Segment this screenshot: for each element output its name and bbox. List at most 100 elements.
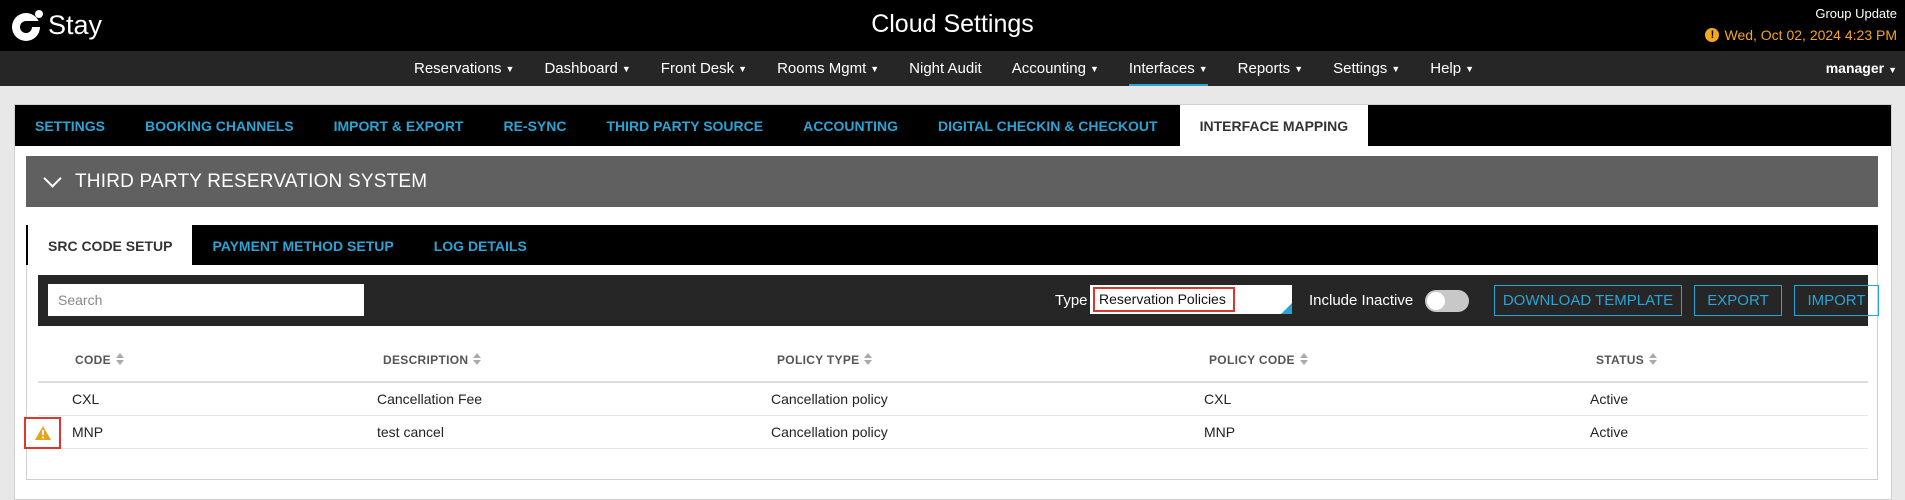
table-header: CODE DESCRIPTION POLICY TYPE POLICY CODE STA… bbox=[38, 326, 1868, 383]
chevron-down-icon: ▼ bbox=[1089, 64, 1099, 74]
cell-code: CXL bbox=[72, 391, 100, 407]
tab-accounting[interactable]: ACCOUNTING bbox=[783, 105, 918, 146]
sort-icon bbox=[864, 353, 873, 365]
tab-digital-checkin-and-checkout[interactable]: DIGITAL CHECKIN & CHECKOUT bbox=[918, 105, 1178, 146]
nav-item-label: Front Desk bbox=[660, 60, 735, 77]
chevron-down-icon: ▼ bbox=[505, 64, 515, 74]
grid-toolbar: Type Reservation Policies Include Inacti… bbox=[38, 275, 1879, 326]
chevron-down-icon: ▼ bbox=[1888, 65, 1897, 75]
subtab-src-code-setup[interactable]: SRC CODE SETUP bbox=[28, 225, 193, 265]
nav-item-accounting[interactable]: Accounting ▼ bbox=[1012, 51, 1099, 86]
chevron-down-icon: ▼ bbox=[621, 64, 631, 74]
include-inactive-label: Include Inactive bbox=[1309, 292, 1414, 309]
chevron-down-icon: ▼ bbox=[1294, 64, 1304, 74]
nav-menu: Reservations ▼ Dashboard ▼ Front Desk ▼ Rooms … bbox=[414, 51, 1504, 86]
include-inactive-toggle[interactable] bbox=[1425, 290, 1469, 312]
column-header-code[interactable]: CODE bbox=[75, 353, 124, 367]
warning-icon[interactable] bbox=[24, 417, 61, 449]
user-menu[interactable]: manager ▼ bbox=[1826, 51, 1897, 86]
table-row[interactable]: MNP test cancel Cancellation policy MNP Acti… bbox=[24, 416, 1868, 449]
column-header-policy-code[interactable]: POLICY CODE bbox=[1209, 353, 1308, 367]
header-status: Group Update ! Wed, Oct 02, 2024 4:23 PM bbox=[1705, 6, 1897, 43]
tab-third-party-source[interactable]: THIRD PARTY SOURCE bbox=[587, 105, 784, 146]
nav-item-label: Dashboard bbox=[544, 60, 618, 77]
group-update-link[interactable]: Group Update bbox=[1705, 6, 1897, 21]
section-header[interactable]: THIRD PARTY RESERVATION SYSTEM bbox=[26, 156, 1878, 207]
section-title: THIRD PARTY RESERVATION SYSTEM bbox=[75, 170, 428, 192]
type-select[interactable]: Reservation Policies bbox=[1090, 285, 1292, 314]
column-header-label: CODE bbox=[75, 353, 111, 367]
tab-re-sync[interactable]: RE-SYNC bbox=[483, 105, 586, 146]
nav-item-settings[interactable]: Settings ▼ bbox=[1333, 51, 1400, 86]
nav-item-help[interactable]: Help ▼ bbox=[1430, 51, 1474, 86]
type-label: Type bbox=[1055, 292, 1088, 309]
nav-item-front-desk[interactable]: Front Desk ▼ bbox=[661, 51, 747, 86]
settings-panel: SETTINGS BOOKING CHANNELS IMPORT & EXPORT R… bbox=[14, 104, 1892, 500]
grid-container: Type Reservation Policies Include Inacti… bbox=[24, 265, 1879, 480]
chevron-down-icon: ▼ bbox=[1391, 64, 1401, 74]
column-header-policy-type[interactable]: POLICY TYPE bbox=[777, 353, 873, 367]
nav-item-reports[interactable]: Reports ▼ bbox=[1238, 51, 1303, 86]
brand-logo-icon bbox=[11, 8, 45, 42]
nav-item-label: Help bbox=[1430, 60, 1462, 77]
nav-item-label: Accounting bbox=[1011, 60, 1086, 77]
chevron-down-icon: ▼ bbox=[1465, 64, 1475, 74]
search-input[interactable] bbox=[48, 284, 364, 316]
nav-item-label: Night Audit bbox=[909, 60, 982, 77]
nav-item-night-audit[interactable]: Night Audit bbox=[909, 51, 982, 86]
import-button[interactable]: IMPORT bbox=[1794, 285, 1879, 316]
table-row[interactable]: CXL Cancellation Fee Cancellation policy CX… bbox=[38, 383, 1868, 416]
alert-icon[interactable]: ! bbox=[1705, 28, 1720, 42]
header-datetime: ! Wed, Oct 02, 2024 4:23 PM bbox=[1705, 27, 1897, 43]
sort-icon bbox=[115, 353, 124, 365]
chevron-down-icon: ▼ bbox=[738, 64, 748, 74]
subtab-log-details[interactable]: LOG DETAILS bbox=[414, 225, 547, 265]
nav-item-label: Settings bbox=[1333, 60, 1388, 77]
nav-item-label: Reservations bbox=[414, 60, 502, 77]
top-header: Stay Cloud Settings Group Update ! Wed, … bbox=[0, 0, 1905, 51]
brand-name: Stay bbox=[48, 9, 103, 40]
datetime-text: Wed, Oct 02, 2024 4:23 PM bbox=[1724, 27, 1897, 43]
nav-item-label: Rooms Mgmt bbox=[777, 60, 867, 77]
sort-icon bbox=[1299, 353, 1308, 365]
column-header-description[interactable]: DESCRIPTION bbox=[383, 353, 482, 367]
chevron-down-icon bbox=[43, 169, 62, 188]
interface-mapping-content: SRC CODE SETUP PAYMENT METHOD SETUP LOG DE… bbox=[24, 225, 1879, 480]
cell-policy-code: MNP bbox=[1204, 424, 1236, 440]
cell-policy-type: Cancellation policy bbox=[771, 424, 888, 440]
column-header-label: DESCRIPTION bbox=[383, 353, 469, 367]
cell-policy-code: CXL bbox=[1204, 391, 1232, 407]
mapping-subtabs: SRC CODE SETUP PAYMENT METHOD SETUP LOG DE… bbox=[26, 225, 1878, 265]
column-header-status[interactable]: STATUS bbox=[1596, 353, 1658, 367]
chevron-down-icon: ▼ bbox=[1198, 64, 1208, 74]
nav-item-label: Reports bbox=[1237, 60, 1291, 77]
nav-item-interfaces[interactable]: Interfaces ▼ bbox=[1128, 51, 1208, 86]
column-header-label: STATUS bbox=[1596, 353, 1645, 367]
nav-item-rooms-mgmt[interactable]: Rooms Mgmt ▼ bbox=[777, 51, 879, 86]
download-template-button[interactable]: DOWNLOAD TEMPLATE bbox=[1494, 285, 1682, 316]
type-select-value: Reservation Policies bbox=[1093, 287, 1235, 312]
tab-settings[interactable]: SETTINGS bbox=[15, 105, 125, 146]
column-header-label: POLICY CODE bbox=[1209, 353, 1295, 367]
policy-table: CODE DESCRIPTION POLICY TYPE POLICY CODE STA… bbox=[24, 326, 1868, 449]
column-header-label: POLICY TYPE bbox=[777, 353, 860, 367]
user-name: manager bbox=[1825, 60, 1885, 76]
cell-description: Cancellation Fee bbox=[377, 391, 483, 407]
chevron-down-icon: ▼ bbox=[870, 64, 880, 74]
main-nav: Reservations ▼ Dashboard ▼ Front Desk ▼ Rooms … bbox=[0, 51, 1905, 86]
settings-tabs: SETTINGS BOOKING CHANNELS IMPORT & EXPORT R… bbox=[15, 105, 1891, 146]
cell-policy-type: Cancellation policy bbox=[771, 391, 888, 407]
nav-item-dashboard[interactable]: Dashboard ▼ bbox=[544, 51, 630, 86]
toggle-knob bbox=[1427, 292, 1445, 310]
tab-import-and-export[interactable]: IMPORT & EXPORT bbox=[314, 105, 484, 146]
app-logo[interactable]: Stay bbox=[11, 8, 102, 42]
subtab-payment-method-setup[interactable]: PAYMENT METHOD SETUP bbox=[192, 225, 413, 265]
tab-booking-channels[interactable]: BOOKING CHANNELS bbox=[125, 105, 314, 146]
dropdown-corner-icon bbox=[1281, 303, 1292, 314]
page-title: Cloud Settings bbox=[871, 10, 1034, 38]
nav-item-reservations[interactable]: Reservations ▼ bbox=[414, 51, 514, 86]
cell-description: test cancel bbox=[377, 424, 444, 440]
sort-icon bbox=[1649, 353, 1658, 365]
tab-interface-mapping[interactable]: INTERFACE MAPPING bbox=[1179, 105, 1369, 146]
export-button[interactable]: EXPORT bbox=[1694, 285, 1782, 316]
